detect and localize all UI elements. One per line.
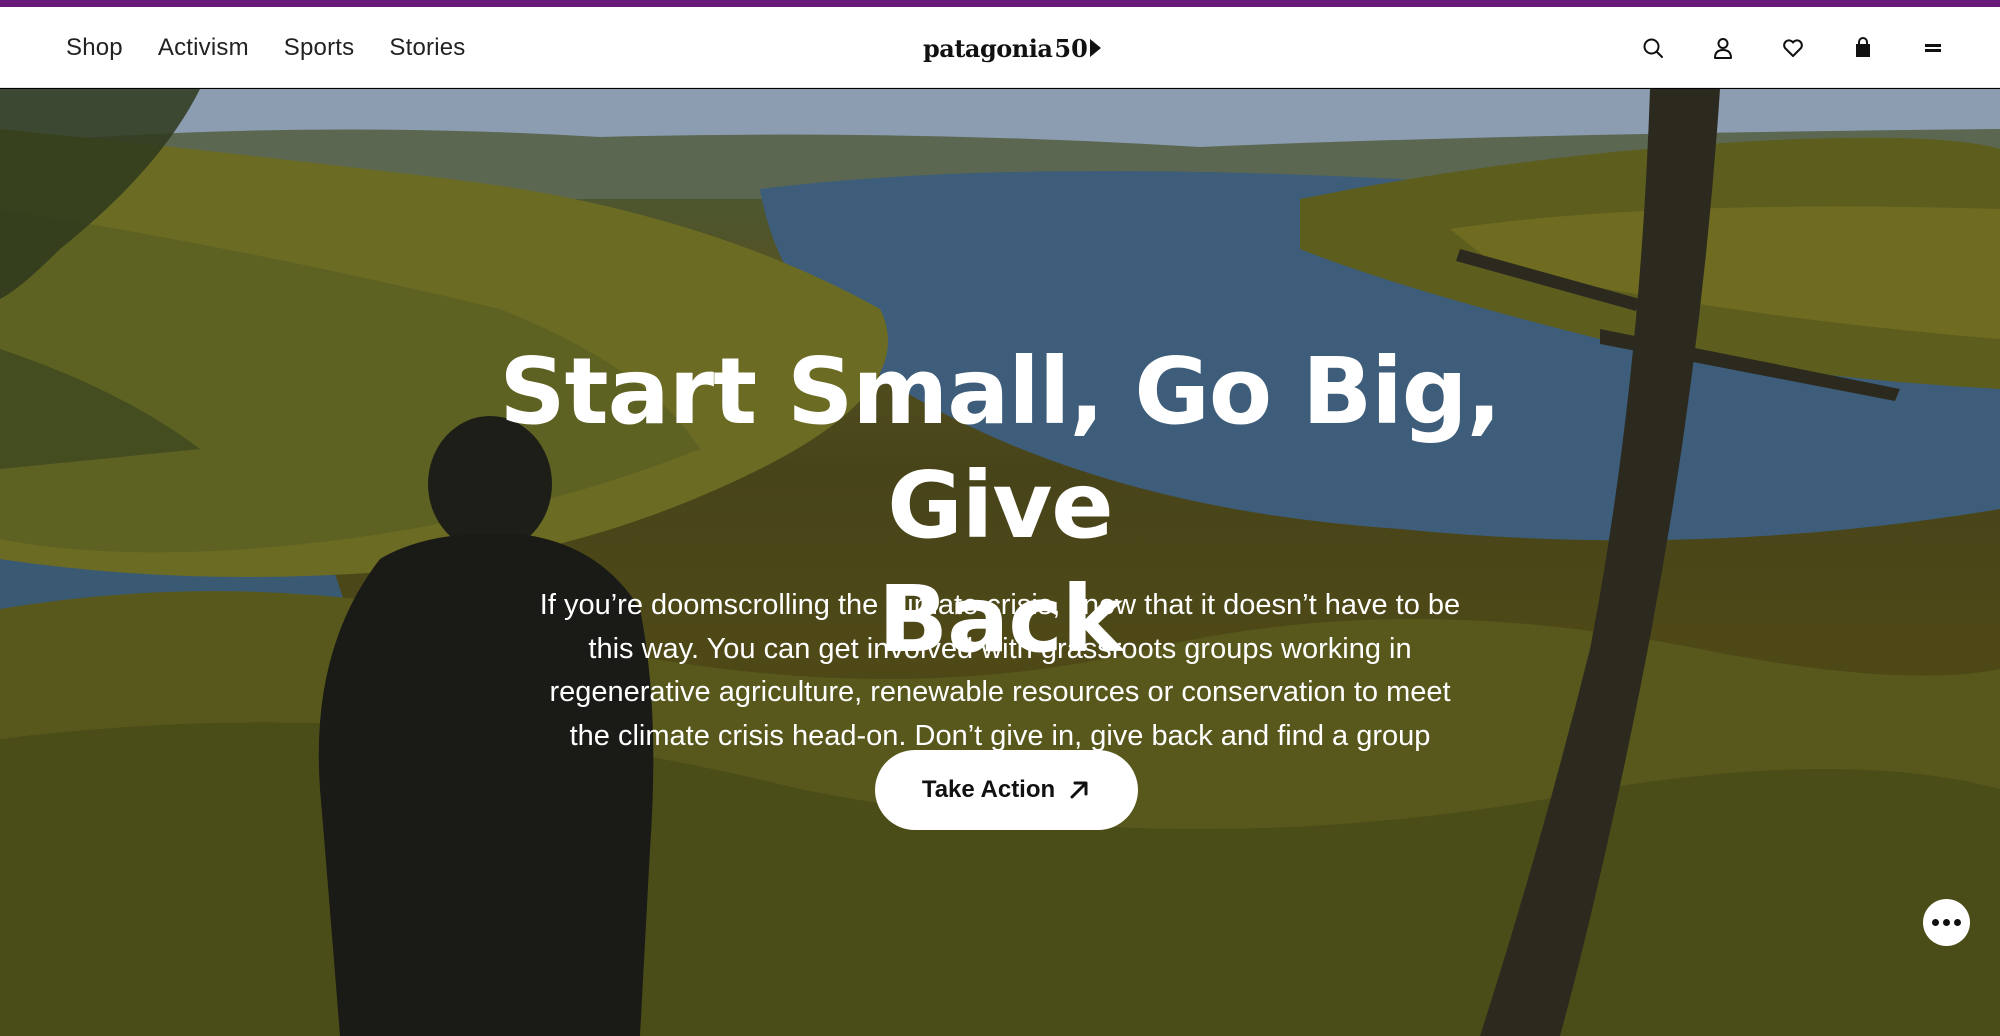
nav-link-activism[interactable]: Activism xyxy=(158,34,249,62)
header-actions xyxy=(1638,7,1948,88)
nav-link-sports[interactable]: Sports xyxy=(284,34,355,62)
ellipsis-dot xyxy=(1943,919,1950,926)
top-accent-bar xyxy=(0,0,2000,7)
account-icon[interactable] xyxy=(1708,33,1738,63)
search-icon[interactable] xyxy=(1638,33,1668,63)
hero-banner: Start Small, Go Big, Give Back If you’re… xyxy=(0,89,2000,1036)
ellipsis-icon xyxy=(1932,919,1939,926)
wishlist-heart-icon[interactable] xyxy=(1778,33,1808,63)
take-action-button[interactable]: Take Action xyxy=(875,750,1138,830)
menu-icon[interactable] xyxy=(1918,33,1948,63)
logo-wordmark: patagonia xyxy=(923,33,1053,63)
primary-nav: Shop Activism Sports Stories xyxy=(66,7,465,88)
arrow-up-right-icon xyxy=(1070,781,1088,799)
ellipsis-dot xyxy=(1954,919,1961,926)
nav-link-stories[interactable]: Stories xyxy=(389,34,465,62)
nav-link-shop[interactable]: Shop xyxy=(66,34,123,62)
hero-title-line-1: Start Small, Go Big, Give xyxy=(499,338,1501,559)
patagonia-50-logo[interactable]: patagonia 50 xyxy=(923,33,1101,63)
take-action-label: Take Action xyxy=(921,776,1056,803)
shopping-bag-icon[interactable] xyxy=(1848,33,1878,63)
logo-anniversary: 50 xyxy=(1054,33,1088,63)
site-header: Shop Activism Sports Stories patagonia 5… xyxy=(0,7,2000,88)
logo-play-icon xyxy=(1089,39,1101,57)
chat-more-button[interactable] xyxy=(1923,899,1970,946)
